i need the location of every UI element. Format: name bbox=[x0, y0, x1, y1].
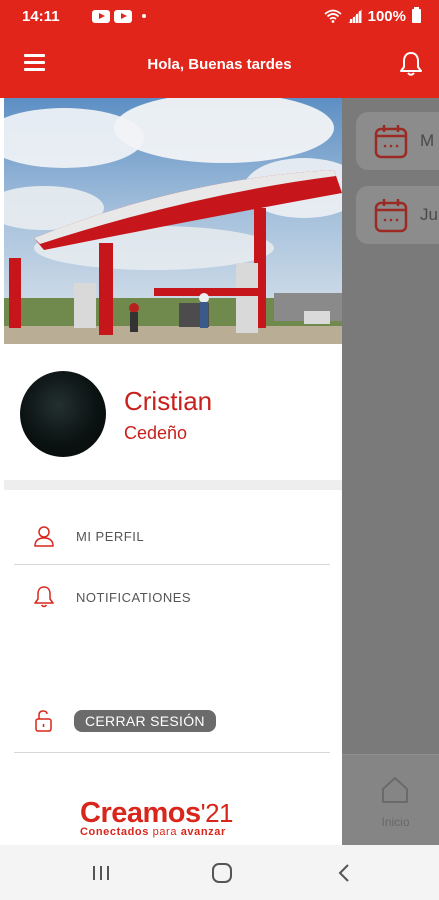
menu-item-label: MI PERFIL bbox=[76, 528, 145, 544]
battery-icon bbox=[412, 7, 421, 23]
home-circle-icon[interactable] bbox=[207, 859, 237, 887]
signal-icon bbox=[347, 9, 362, 23]
avatar[interactable] bbox=[20, 371, 106, 457]
logout-label: CERRAR SESIÓN bbox=[74, 710, 216, 732]
divider bbox=[14, 752, 330, 753]
creamos-21-logo: Creamos'21 Conectados para avanzar bbox=[80, 797, 234, 838]
background-card-label: M bbox=[420, 131, 435, 150]
notification-dot-icon bbox=[141, 14, 146, 18]
divider bbox=[14, 564, 330, 565]
brand-tagline-1: Conectados bbox=[80, 826, 149, 838]
system-navigation-bar bbox=[0, 845, 439, 900]
user-icon bbox=[34, 526, 54, 547]
menu-item-mi-perfil[interactable]: MI PERFIL bbox=[14, 508, 330, 564]
bottom-nav-label-inicio: Inicio bbox=[381, 815, 410, 829]
brand-tagline-3: avanzar bbox=[180, 826, 226, 838]
recent-apps-icon[interactable] bbox=[86, 859, 116, 887]
background-card: Ju bbox=[356, 186, 439, 244]
menu-item-label: NOTIFICATIONES bbox=[76, 589, 192, 605]
status-bar: 14:11 100% bbox=[0, 0, 439, 32]
unlock-icon bbox=[35, 710, 52, 732]
battery-percentage: 100% bbox=[367, 7, 406, 25]
wifi-icon bbox=[324, 9, 342, 23]
brand-name: Creamos bbox=[80, 797, 201, 829]
menu-item-notificaciones[interactable]: NOTIFICATIONES bbox=[14, 569, 330, 625]
background-card: M bbox=[356, 112, 439, 170]
youtube-icon bbox=[91, 9, 110, 23]
user-last-name: Cedeño bbox=[124, 423, 188, 443]
section-separator bbox=[4, 480, 342, 490]
status-time: 14:11 bbox=[22, 7, 60, 25]
app-bar: Hola, Buenas tardes bbox=[0, 32, 439, 98]
youtube-icon bbox=[113, 9, 132, 23]
background-page-overlay[interactable]: M Ju Inicio bbox=[342, 98, 439, 845]
user-first-name: Cristian bbox=[124, 386, 213, 416]
app-bar-title: Hola, Buenas tardes bbox=[147, 56, 292, 73]
status-system-icons: 100% bbox=[324, 7, 421, 25]
brand-year: '21 bbox=[200, 798, 234, 828]
background-card-label: Ju bbox=[420, 205, 438, 224]
home-icon bbox=[382, 777, 408, 803]
navigation-drawer: Cristian Cedeño MI PERFIL NOTIFICATIONES bbox=[0, 98, 342, 845]
brand-tagline-2: para bbox=[152, 826, 178, 838]
calendar-icon bbox=[374, 199, 408, 233]
back-chevron-icon[interactable] bbox=[330, 859, 360, 887]
screen: 14:11 100% Hola, Buenas tardes M Ju Inic… bbox=[0, 0, 439, 900]
bell-icon bbox=[34, 586, 54, 608]
user-profile-header: Cristian Cedeño bbox=[0, 344, 342, 480]
status-notification-icons bbox=[91, 9, 146, 23]
logout-button[interactable]: CERRAR SESIÓN bbox=[14, 693, 330, 749]
bell-icon[interactable] bbox=[397, 50, 425, 78]
gas-station-photo bbox=[4, 98, 342, 344]
background-bottom-nav: Inicio bbox=[342, 754, 439, 845]
calendar-icon bbox=[374, 125, 408, 159]
